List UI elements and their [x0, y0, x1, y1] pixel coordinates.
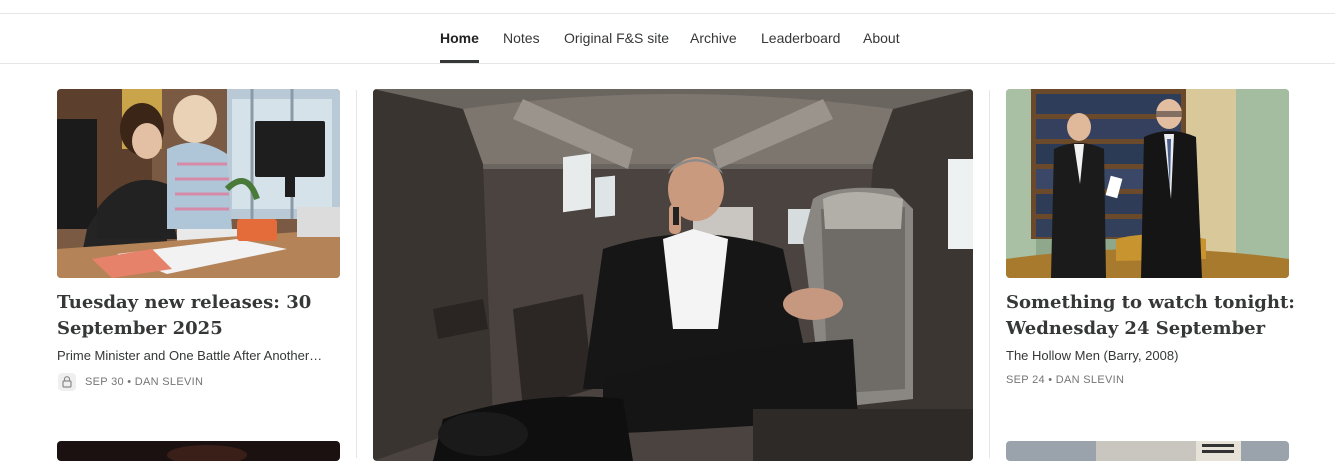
- lock-icon: [62, 376, 72, 388]
- nav-about[interactable]: About: [863, 30, 900, 46]
- feature-image[interactable]: [373, 89, 973, 461]
- meta-separator: •: [1048, 374, 1053, 386]
- column-divider-right: [989, 90, 990, 458]
- post-meta-left: SEP 30 • DAN SLEVIN: [85, 376, 203, 388]
- nav-home[interactable]: Home: [440, 30, 479, 46]
- meta-separator: •: [127, 376, 132, 388]
- nav-archive[interactable]: Archive: [690, 30, 737, 46]
- post-thumbnail-left-next[interactable]: [57, 441, 340, 461]
- post-author[interactable]: DAN SLEVIN: [1056, 374, 1124, 386]
- post-title-right[interactable]: Something to watch tonight: Wednesday 24…: [1006, 290, 1296, 342]
- nav-original-site[interactable]: Original F&S site: [564, 30, 669, 46]
- main-nav: Home Notes Original F&S site Archive Lea…: [0, 14, 1335, 64]
- post-author[interactable]: DAN SLEVIN: [135, 376, 203, 388]
- post-subtitle-right[interactable]: The Hollow Men (Barry, 2008): [1006, 348, 1289, 363]
- post-thumbnail-right[interactable]: [1006, 89, 1289, 278]
- nav-leaderboard[interactable]: Leaderboard: [761, 30, 840, 46]
- nav-notes[interactable]: Notes: [503, 30, 540, 46]
- post-thumbnail-right-next[interactable]: [1006, 441, 1289, 461]
- post-title-left[interactable]: Tuesday new releases: 30 September 2025: [57, 290, 342, 342]
- post-date: SEP 30: [85, 376, 124, 388]
- post-date: SEP 24: [1006, 374, 1045, 386]
- column-divider-left: [356, 90, 357, 458]
- post-subtitle-left[interactable]: Prime Minister and One Battle After Anot…: [57, 348, 339, 363]
- post-thumbnail-left[interactable]: [57, 89, 340, 278]
- paywall-lock: [58, 373, 76, 391]
- post-meta-right: SEP 24 • DAN SLEVIN: [1006, 374, 1124, 386]
- active-tab-indicator: [440, 60, 479, 63]
